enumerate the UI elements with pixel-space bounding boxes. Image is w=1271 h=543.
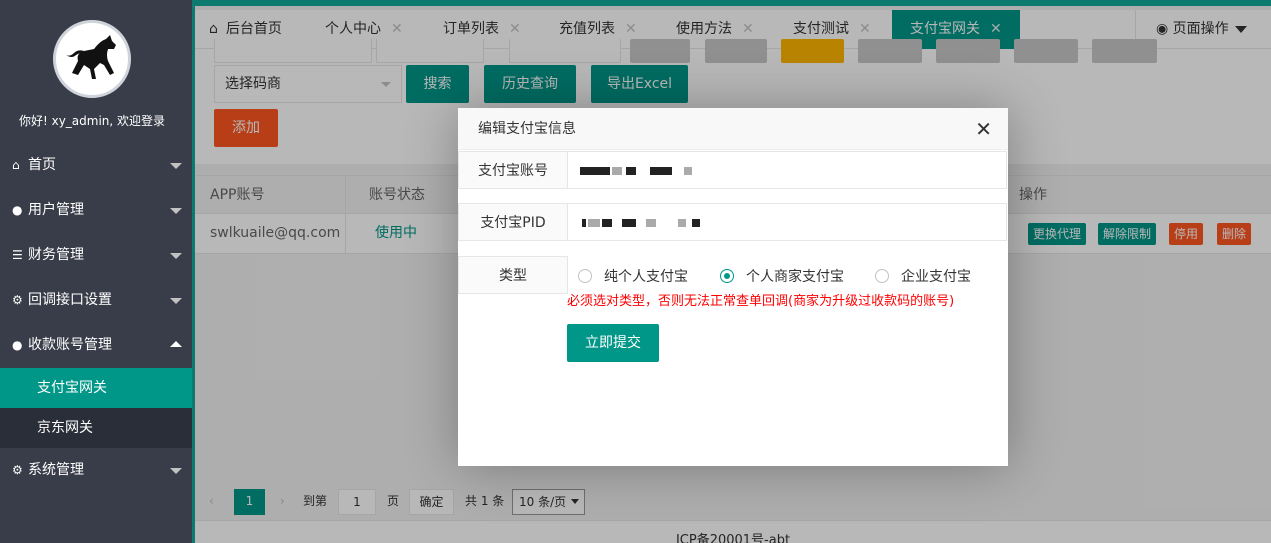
radio-button[interactable]: [720, 269, 734, 283]
sidebar-submenu: 支付宝网关 京东网关: [0, 368, 192, 448]
sidebar-item-label: 财务管理: [28, 247, 84, 263]
user-icon: ●: [12, 203, 23, 217]
redacted-text: [650, 167, 672, 175]
home-icon: ⌂: [12, 158, 20, 172]
welcome-text: 你好! xy_admin, 欢迎登录: [18, 114, 166, 128]
type-label: 类型: [458, 256, 568, 294]
sidebar-item-label: 回调接口设置: [28, 292, 112, 308]
redacted-text: [602, 219, 612, 227]
gear-icon: ⚙: [12, 463, 23, 477]
close-icon[interactable]: ✕: [975, 108, 992, 150]
radio-personal[interactable]: 纯个人支付宝: [578, 266, 688, 286]
edit-alipay-dialog: 编辑支付宝信息 ✕ 支付宝账号 支付宝PID 类型 纯个人支付宝 个人商家支付宝…: [458, 108, 1008, 466]
chevron-up-icon: [170, 341, 182, 347]
radio-label: 企业支付宝: [901, 269, 971, 285]
sidebar: 你好! xy_admin, 欢迎登录 ⌂ 首页 ● 用户管理 ☰ 财务管理 ⚙ 回调接口…: [0, 0, 192, 543]
submit-button[interactable]: 立即提交: [567, 324, 659, 362]
redacted-text: [626, 167, 636, 175]
sidebar-item-label: 首页: [28, 157, 56, 173]
sidebar-subitem-jd[interactable]: 京东网关: [0, 408, 192, 448]
list-icon: ☰: [12, 248, 23, 262]
redacted-text: [588, 219, 600, 227]
sidebar-item-finance[interactable]: ☰ 财务管理: [0, 233, 192, 278]
alipay-account-label: 支付宝账号: [458, 151, 568, 189]
chevron-down-icon: [170, 163, 182, 169]
radio-label: 纯个人支付宝: [604, 269, 688, 285]
sidebar-nav: ⌂ 首页 ● 用户管理 ☰ 财务管理 ⚙ 回调接口设置 ● 收款账号管理 支付宝网关 京东…: [0, 143, 192, 493]
alipay-pid-label: 支付宝PID: [458, 203, 568, 241]
radio-label: 个人商家支付宝: [746, 269, 844, 285]
users-icon: ●: [12, 338, 23, 352]
sidebar-item-label: 收款账号管理: [28, 337, 112, 353]
chevron-down-icon: [170, 298, 182, 304]
redacted-text: [684, 167, 692, 175]
redacted-text: [692, 219, 700, 227]
sidebar-item-callback[interactable]: ⚙ 回调接口设置: [0, 278, 192, 323]
chevron-down-icon: [170, 468, 182, 474]
sidebar-item-home[interactable]: ⌂ 首页: [0, 143, 192, 188]
gear-icon: ⚙: [12, 293, 23, 307]
redacted-text: [646, 219, 656, 227]
radio-personal-merchant[interactable]: 个人商家支付宝: [720, 266, 844, 286]
dialog-header: 编辑支付宝信息 ✕: [458, 108, 1008, 150]
redacted-text: [612, 167, 622, 175]
dialog-title: 编辑支付宝信息: [478, 121, 576, 137]
sidebar-item-system[interactable]: ⚙ 系统管理: [0, 448, 192, 493]
alipay-account-field[interactable]: [567, 151, 1007, 189]
radio-enterprise[interactable]: 企业支付宝: [875, 266, 971, 286]
sidebar-item-accounts[interactable]: ● 收款账号管理: [0, 323, 192, 368]
redacted-text: [678, 219, 686, 227]
sidebar-item-users[interactable]: ● 用户管理: [0, 188, 192, 233]
chevron-down-icon: [170, 208, 182, 214]
horse-logo: [53, 20, 131, 98]
sidebar-subitem-alipay[interactable]: 支付宝网关: [0, 368, 192, 408]
redacted-text: [582, 219, 586, 227]
sidebar-item-label: 用户管理: [28, 202, 84, 218]
radio-button[interactable]: [875, 269, 889, 283]
radio-button[interactable]: [578, 269, 592, 283]
redacted-text: [622, 219, 636, 227]
type-warning: 必须选对类型，否则无法正常查单回调(商家为升级过收款码的账号): [567, 294, 955, 309]
sidebar-item-label: 系统管理: [28, 462, 84, 478]
alipay-pid-field[interactable]: [567, 203, 1007, 241]
redacted-text: [580, 167, 610, 175]
chevron-down-icon: [170, 253, 182, 259]
